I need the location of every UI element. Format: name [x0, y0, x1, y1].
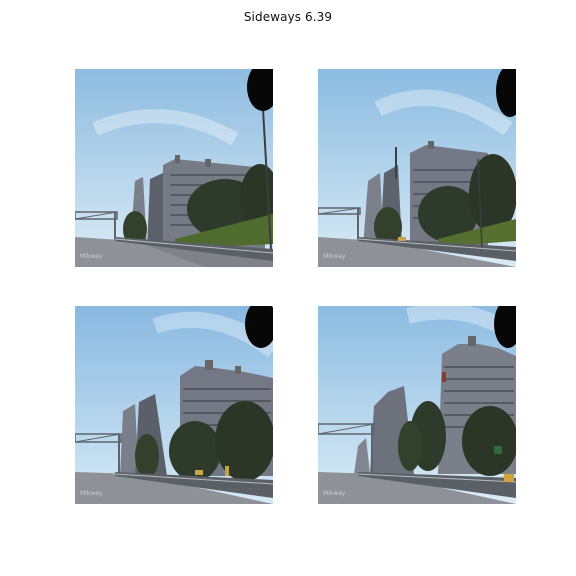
image-panel-4: Mikway [318, 306, 516, 504]
watermark-text: Mikway [80, 490, 103, 497]
watermark-text: Mikway [80, 253, 103, 260]
street-scene-image [75, 306, 273, 504]
street-scene-image [318, 306, 516, 504]
watermark-text: Mikway [323, 253, 346, 260]
street-scene-image [75, 69, 273, 267]
watermark-text: Mikway [323, 490, 346, 497]
street-scene-image [318, 69, 516, 267]
figure-title: Sideways 6.39 [243, 10, 333, 24]
image-panel-1: Mikway [75, 69, 273, 267]
image-panel-3: Mikway [75, 306, 273, 504]
image-panel-2: Mikway [318, 69, 516, 267]
